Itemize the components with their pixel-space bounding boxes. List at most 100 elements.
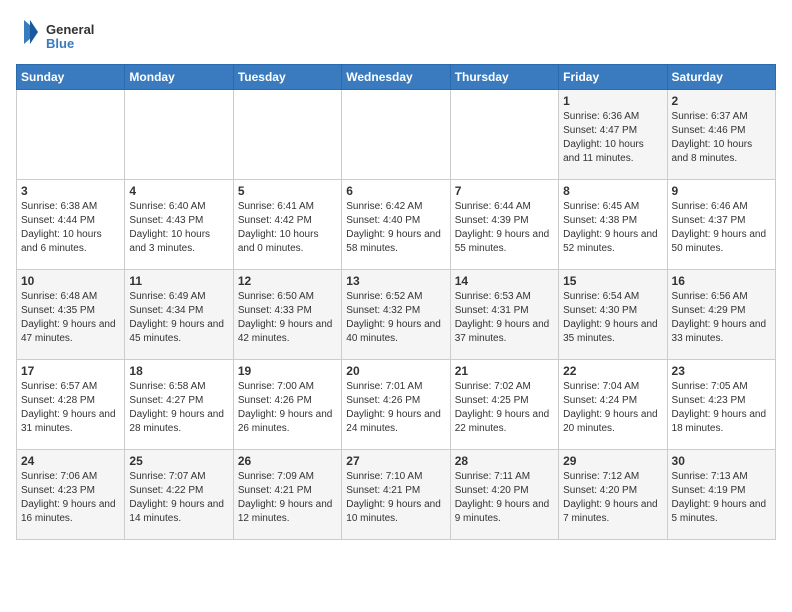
day-info: Sunrise: 6:41 AM Sunset: 4:42 PM Dayligh…: [238, 200, 337, 256]
day-cell: [17, 90, 125, 180]
day-info: Sunrise: 6:38 AM Sunset: 4:44 PM Dayligh…: [21, 200, 120, 256]
day-info: Sunrise: 7:05 AM Sunset: 4:23 PM Dayligh…: [672, 380, 771, 436]
day-info: Sunrise: 6:37 AM Sunset: 4:46 PM Dayligh…: [672, 110, 771, 166]
day-cell: 8 Sunrise: 6:45 AM Sunset: 4:38 PM Daylig…: [559, 180, 667, 270]
day-info: Sunrise: 6:49 AM Sunset: 4:34 PM Dayligh…: [129, 290, 228, 346]
day-number: 1: [563, 94, 662, 108]
day-info: Sunrise: 6:57 AM Sunset: 4:28 PM Dayligh…: [21, 380, 120, 436]
day-cell: 6Sunrise: 6:42 AM Sunset: 4:40 PM Daylig…: [342, 180, 450, 270]
day-cell: 23 Sunrise: 7:05 AM Sunset: 4:23 PM Dayli…: [667, 360, 775, 450]
day-cell: 11 Sunrise: 6:49 AM Sunset: 4:34 PM Dayli…: [125, 270, 233, 360]
day-info: Sunrise: 7:09 AM Sunset: 4:21 PM Dayligh…: [238, 470, 337, 526]
day-cell: 16 Sunrise: 6:56 AM Sunset: 4:29 PM Dayli…: [667, 270, 775, 360]
day-cell: 7 Sunrise: 6:44 AM Sunset: 4:39 PM Daylig…: [450, 180, 558, 270]
day-number: 20: [346, 364, 445, 378]
day-number: 24: [21, 454, 120, 468]
day-cell: 2 Sunrise: 6:37 AM Sunset: 4:46 PM Daylig…: [667, 90, 775, 180]
day-cell: [233, 90, 341, 180]
day-number: 12: [238, 274, 337, 288]
day-number: 2: [672, 94, 771, 108]
day-number: 22: [563, 364, 662, 378]
calendar-body: 1Sunrise: 6:36 AM Sunset: 4:47 PM Daylig…: [17, 90, 776, 540]
day-cell: 22 Sunrise: 7:04 AM Sunset: 4:24 PM Dayli…: [559, 360, 667, 450]
day-number: 15: [563, 274, 662, 288]
week-row-5: 24 Sunrise: 7:06 AM Sunset: 4:23 PM Dayli…: [17, 450, 776, 540]
day-cell: 4Sunrise: 6:40 AM Sunset: 4:43 PM Daylig…: [125, 180, 233, 270]
logo-svg: General Blue: [16, 16, 96, 56]
day-cell: 29 Sunrise: 7:12 AM Sunset: 4:20 PM Dayli…: [559, 450, 667, 540]
day-cell: [342, 90, 450, 180]
day-cell: [125, 90, 233, 180]
day-number: 14: [455, 274, 554, 288]
day-info: Sunrise: 7:02 AM Sunset: 4:25 PM Dayligh…: [455, 380, 554, 436]
day-info: Sunrise: 6:46 AM Sunset: 4:37 PM Dayligh…: [672, 200, 771, 256]
day-number: 23: [672, 364, 771, 378]
day-cell: 24 Sunrise: 7:06 AM Sunset: 4:23 PM Dayli…: [17, 450, 125, 540]
day-info: Sunrise: 6:44 AM Sunset: 4:39 PM Dayligh…: [455, 200, 554, 256]
header-cell-thursday: Thursday: [450, 65, 558, 90]
header-cell-tuesday: Tuesday: [233, 65, 341, 90]
day-cell: 19Sunrise: 7:00 AM Sunset: 4:26 PM Dayli…: [233, 360, 341, 450]
day-cell: 21 Sunrise: 7:02 AM Sunset: 4:25 PM Dayli…: [450, 360, 558, 450]
day-cell: 26 Sunrise: 7:09 AM Sunset: 4:21 PM Dayli…: [233, 450, 341, 540]
day-info: Sunrise: 6:45 AM Sunset: 4:38 PM Dayligh…: [563, 200, 662, 256]
day-number: 30: [672, 454, 771, 468]
day-info: Sunrise: 6:52 AM Sunset: 4:32 PM Dayligh…: [346, 290, 445, 346]
day-cell: [450, 90, 558, 180]
day-info: Sunrise: 7:10 AM Sunset: 4:21 PM Dayligh…: [346, 470, 445, 526]
day-number: 5: [238, 184, 337, 198]
day-info: Sunrise: 6:40 AM Sunset: 4:43 PM Dayligh…: [129, 200, 228, 256]
svg-text:General: General: [46, 22, 94, 37]
day-info: Sunrise: 6:48 AM Sunset: 4:35 PM Dayligh…: [21, 290, 120, 346]
day-cell: 9 Sunrise: 6:46 AM Sunset: 4:37 PM Daylig…: [667, 180, 775, 270]
day-cell: 27 Sunrise: 7:10 AM Sunset: 4:21 PM Dayli…: [342, 450, 450, 540]
day-info: Sunrise: 6:53 AM Sunset: 4:31 PM Dayligh…: [455, 290, 554, 346]
week-row-2: 3Sunrise: 6:38 AM Sunset: 4:44 PM Daylig…: [17, 180, 776, 270]
header-row: SundayMondayTuesdayWednesdayThursdayFrid…: [17, 65, 776, 90]
day-number: 29: [563, 454, 662, 468]
day-number: 26: [238, 454, 337, 468]
day-number: 9: [672, 184, 771, 198]
day-cell: 17 Sunrise: 6:57 AM Sunset: 4:28 PM Dayli…: [17, 360, 125, 450]
day-number: 6: [346, 184, 445, 198]
header-cell-monday: Monday: [125, 65, 233, 90]
day-cell: 30 Sunrise: 7:13 AM Sunset: 4:19 PM Dayli…: [667, 450, 775, 540]
day-info: Sunrise: 7:04 AM Sunset: 4:24 PM Dayligh…: [563, 380, 662, 436]
day-info: Sunrise: 7:13 AM Sunset: 4:19 PM Dayligh…: [672, 470, 771, 526]
day-cell: 18Sunrise: 6:58 AM Sunset: 4:27 PM Dayli…: [125, 360, 233, 450]
calendar-table: SundayMondayTuesdayWednesdayThursdayFrid…: [16, 64, 776, 540]
day-number: 16: [672, 274, 771, 288]
day-cell: 20 Sunrise: 7:01 AM Sunset: 4:26 PM Dayli…: [342, 360, 450, 450]
day-number: 8: [563, 184, 662, 198]
day-info: Sunrise: 7:11 AM Sunset: 4:20 PM Dayligh…: [455, 470, 554, 526]
svg-text:Blue: Blue: [46, 36, 74, 51]
day-info: Sunrise: 6:50 AM Sunset: 4:33 PM Dayligh…: [238, 290, 337, 346]
day-number: 18: [129, 364, 228, 378]
day-info: Sunrise: 6:54 AM Sunset: 4:30 PM Dayligh…: [563, 290, 662, 346]
header-cell-friday: Friday: [559, 65, 667, 90]
day-info: Sunrise: 6:56 AM Sunset: 4:29 PM Dayligh…: [672, 290, 771, 346]
header-cell-sunday: Sunday: [17, 65, 125, 90]
day-cell: 13 Sunrise: 6:52 AM Sunset: 4:32 PM Dayli…: [342, 270, 450, 360]
day-number: 17: [21, 364, 120, 378]
page-header: General Blue: [16, 16, 776, 56]
day-number: 11: [129, 274, 228, 288]
day-number: 27: [346, 454, 445, 468]
day-info: Sunrise: 7:00 AM Sunset: 4:26 PM Dayligh…: [238, 380, 337, 436]
day-cell: 15 Sunrise: 6:54 AM Sunset: 4:30 PM Dayli…: [559, 270, 667, 360]
day-info: Sunrise: 7:06 AM Sunset: 4:23 PM Dayligh…: [21, 470, 120, 526]
day-cell: 10 Sunrise: 6:48 AM Sunset: 4:35 PM Dayli…: [17, 270, 125, 360]
header-cell-saturday: Saturday: [667, 65, 775, 90]
day-cell: 3Sunrise: 6:38 AM Sunset: 4:44 PM Daylig…: [17, 180, 125, 270]
day-info: Sunrise: 7:01 AM Sunset: 4:26 PM Dayligh…: [346, 380, 445, 436]
day-cell: 5 Sunrise: 6:41 AM Sunset: 4:42 PM Daylig…: [233, 180, 341, 270]
day-cell: 14 Sunrise: 6:53 AM Sunset: 4:31 PM Dayli…: [450, 270, 558, 360]
day-number: 25: [129, 454, 228, 468]
day-number: 10: [21, 274, 120, 288]
day-number: 13: [346, 274, 445, 288]
day-number: 7: [455, 184, 554, 198]
day-number: 21: [455, 364, 554, 378]
day-info: Sunrise: 7:12 AM Sunset: 4:20 PM Dayligh…: [563, 470, 662, 526]
day-cell: 28 Sunrise: 7:11 AM Sunset: 4:20 PM Dayli…: [450, 450, 558, 540]
day-number: 28: [455, 454, 554, 468]
